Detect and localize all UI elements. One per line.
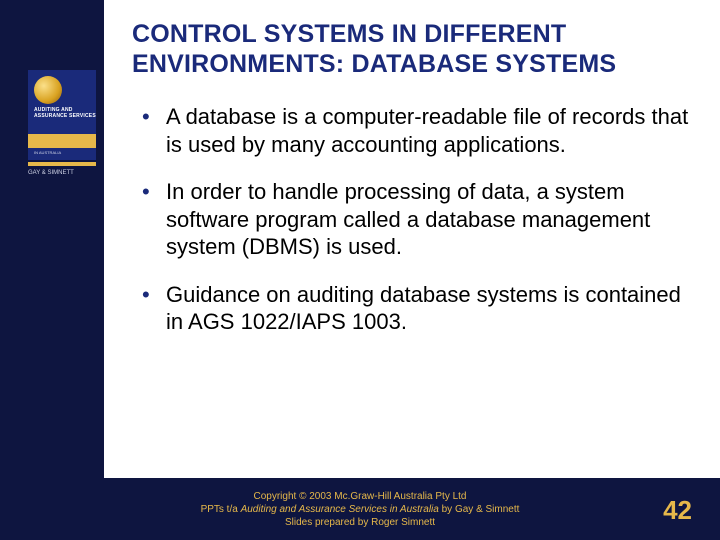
- footer-line2b: Auditing and Assurance Services in Austr…: [241, 504, 442, 515]
- content-panel: CONTROL SYSTEMS IN DIFFERENT ENVIRONMENT…: [104, 0, 720, 478]
- slide-title: CONTROL SYSTEMS IN DIFFERENT ENVIRONMENT…: [132, 20, 692, 79]
- footer-line1b: 2003 Mc.Graw-Hill Australia Pty Ltd: [306, 491, 466, 502]
- bullet-item: In order to handle processing of data, a…: [138, 178, 692, 261]
- footer-line3: Slides prepared by Roger Simnett: [285, 517, 435, 528]
- bullet-list: A database is a computer-readable file o…: [132, 103, 692, 336]
- cover-title: AUDITING AND ASSURANCE SERVICES: [34, 108, 96, 119]
- bullet-item: Guidance on auditing database systems is…: [138, 281, 692, 336]
- cover-divider: [28, 162, 96, 166]
- book-cover-thumb: AUDITING AND ASSURANCE SERVICES IN AUSTR…: [28, 70, 96, 160]
- cover-subtitle: IN AUSTRALIA: [34, 150, 61, 155]
- footer-line1a: Copyright: [253, 491, 299, 502]
- footer-line2a: PPTs t/a: [201, 504, 241, 515]
- footer-line2c: by Gay & Simnett: [442, 504, 520, 515]
- footer-copyright: Copyright © 2003 Mc.Graw-Hill Australia …: [201, 490, 520, 529]
- slide-number: 42: [663, 495, 692, 526]
- bullet-item: A database is a computer-readable file o…: [138, 103, 692, 158]
- globe-icon: [34, 76, 62, 104]
- slide: AUDITING AND ASSURANCE SERVICES IN AUSTR…: [0, 0, 720, 540]
- cover-author: GAY & SIMNETT: [28, 170, 96, 176]
- cover-title-line2: ASSURANCE SERVICES: [34, 113, 96, 119]
- cover-accent-bar: [28, 134, 96, 148]
- footer: Copyright © 2003 Mc.Graw-Hill Australia …: [0, 478, 720, 540]
